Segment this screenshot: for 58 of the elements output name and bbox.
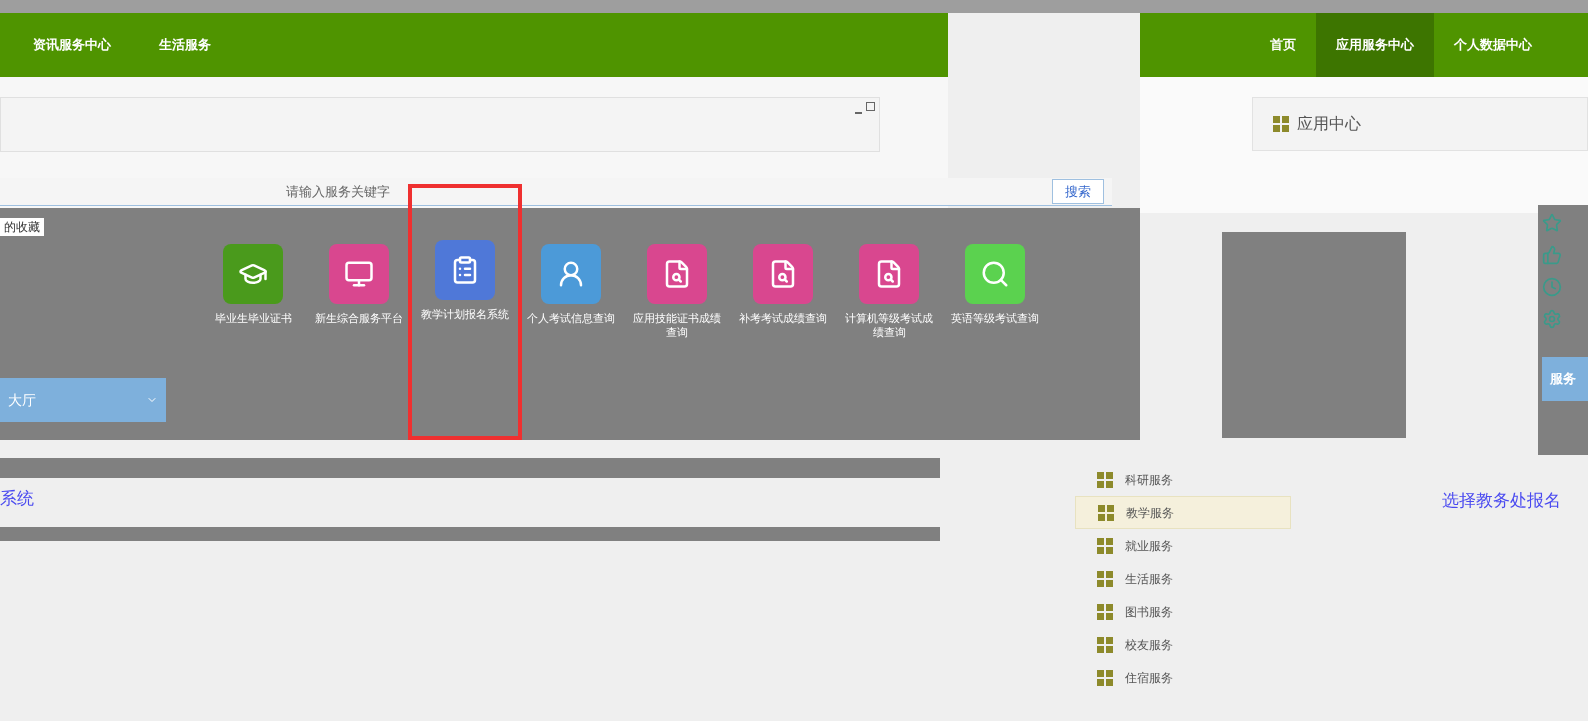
category-item[interactable]: 科研服务 — [1075, 463, 1291, 496]
maximize-icon[interactable] — [866, 102, 875, 111]
side-tab[interactable]: 服务 — [1542, 357, 1588, 401]
app-tile[interactable]: 计算机等级考试成绩查询 — [836, 244, 942, 436]
app-label: 英语等级考试查询 — [950, 312, 1040, 326]
category-item[interactable]: 教学服务 — [1075, 496, 1291, 529]
category-item[interactable]: 生活服务 — [1075, 562, 1291, 595]
category-label: 住宿服务 — [1125, 669, 1173, 687]
grid-icon — [1097, 636, 1113, 653]
category-item[interactable]: 住宿服务 — [1075, 661, 1291, 694]
grid-icon — [1097, 537, 1113, 554]
app-tile[interactable]: 新生综合服务平台 — [306, 244, 412, 436]
category-item[interactable]: 就业服务 — [1075, 529, 1291, 562]
monitor-icon — [344, 259, 374, 289]
search-button[interactable]: 搜索 — [1052, 178, 1104, 205]
hall-label: 大厅 — [8, 390, 36, 410]
enroll-link[interactable]: 选择教务处报名 — [1442, 488, 1561, 514]
grid-icon — [1097, 603, 1113, 620]
app-tile[interactable]: 英语等级考试查询 — [942, 244, 1048, 436]
app-label: 应用技能证书成绩查询 — [632, 312, 722, 340]
grid-icon — [1097, 570, 1113, 587]
minimize-icon[interactable] — [855, 112, 862, 114]
app-label: 新生综合服务平台 — [314, 312, 404, 326]
nav-tab[interactable]: 首页 — [1250, 13, 1316, 77]
app-label: 补考考试成绩查询 — [738, 312, 828, 326]
app-label: 教学计划报名系统 — [420, 308, 510, 322]
app-tile[interactable]: 应用技能证书成绩查询 — [624, 244, 730, 436]
nav-tab[interactable]: 应用服务中心 — [1316, 13, 1434, 77]
category-item[interactable]: 校友服务 — [1075, 628, 1291, 661]
system-link[interactable]: 系统 — [0, 486, 34, 512]
grid-icon — [1097, 669, 1113, 686]
category-label: 生活服务 — [1125, 570, 1173, 588]
category-label: 科研服务 — [1125, 471, 1173, 489]
settings-icon[interactable] — [1542, 309, 1562, 329]
clock-icon[interactable] — [1542, 277, 1562, 297]
category-label: 教学服务 — [1126, 504, 1174, 522]
app-label: 计算机等级考试成绩查询 — [844, 312, 934, 340]
app-label: 个人考试信息查询 — [526, 312, 616, 326]
app-tile[interactable]: 毕业生毕业证书 — [200, 244, 306, 436]
category-label: 校友服务 — [1125, 636, 1173, 654]
category-label: 就业服务 — [1125, 537, 1173, 555]
category-item[interactable]: 图书服务 — [1075, 595, 1291, 628]
app-label: 毕业生毕业证书 — [213, 312, 293, 326]
nav-link[interactable]: 资讯服务中心 — [33, 35, 111, 55]
nav-link[interactable]: 生活服务 — [159, 35, 211, 55]
grid-icon — [1097, 471, 1113, 488]
app-tile[interactable]: 个人考试信息查询 — [518, 244, 624, 436]
hall-tab[interactable]: 大厅 — [0, 378, 166, 422]
panel-title: 应用中心 — [1297, 113, 1361, 135]
grid-icon — [1098, 504, 1114, 521]
grid-icon — [1273, 116, 1289, 132]
sidebar-item[interactable]: 的收藏 — [0, 218, 44, 236]
magnifier-icon — [980, 259, 1010, 289]
category-label: 图书服务 — [1125, 603, 1173, 621]
app-tile[interactable]: 补考考试成绩查询 — [730, 244, 836, 436]
star-icon[interactable] — [1542, 213, 1562, 233]
nav-tab[interactable]: 个人数据中心 — [1434, 13, 1552, 77]
thumbs-up-icon[interactable] — [1542, 245, 1562, 265]
